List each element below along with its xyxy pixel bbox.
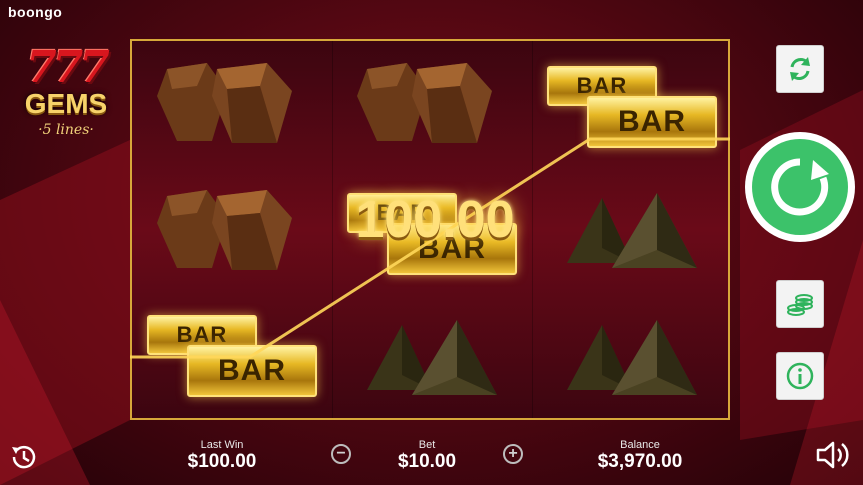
bet-increase-button[interactable]: + <box>503 444 523 464</box>
spin-button[interactable] <box>745 132 855 242</box>
win-amount: 100.00 <box>355 191 515 249</box>
speaker-icon[interactable] <box>814 438 854 472</box>
bet-settings-button[interactable] <box>776 280 824 328</box>
balance-value: $3,970.00 <box>597 451 683 472</box>
bet-label: Bet <box>418 439 436 451</box>
brand-logo: boongo <box>8 4 63 20</box>
logo-subtitle: ·5 lines· <box>38 122 94 138</box>
spin-icon <box>771 158 829 216</box>
balance-label: Balance <box>620 439 660 451</box>
last-win-label: Last Win <box>200 439 244 451</box>
history-icon[interactable] <box>8 441 40 473</box>
bet-decrease-button[interactable]: − <box>331 444 351 464</box>
autoplay-icon <box>790 57 810 81</box>
logo-sevens: 777 <box>26 42 110 93</box>
info-icon <box>786 362 814 390</box>
autoplay-button[interactable] <box>776 45 824 93</box>
info-button[interactable] <box>776 352 824 400</box>
coins-icon <box>787 294 813 316</box>
logo-title: GEMS <box>24 88 108 119</box>
bet-value: $10.00 <box>397 451 457 472</box>
last-win-value: $100.00 <box>187 451 257 472</box>
game-logo: 777 GEMS ·5 lines· <box>10 42 122 152</box>
